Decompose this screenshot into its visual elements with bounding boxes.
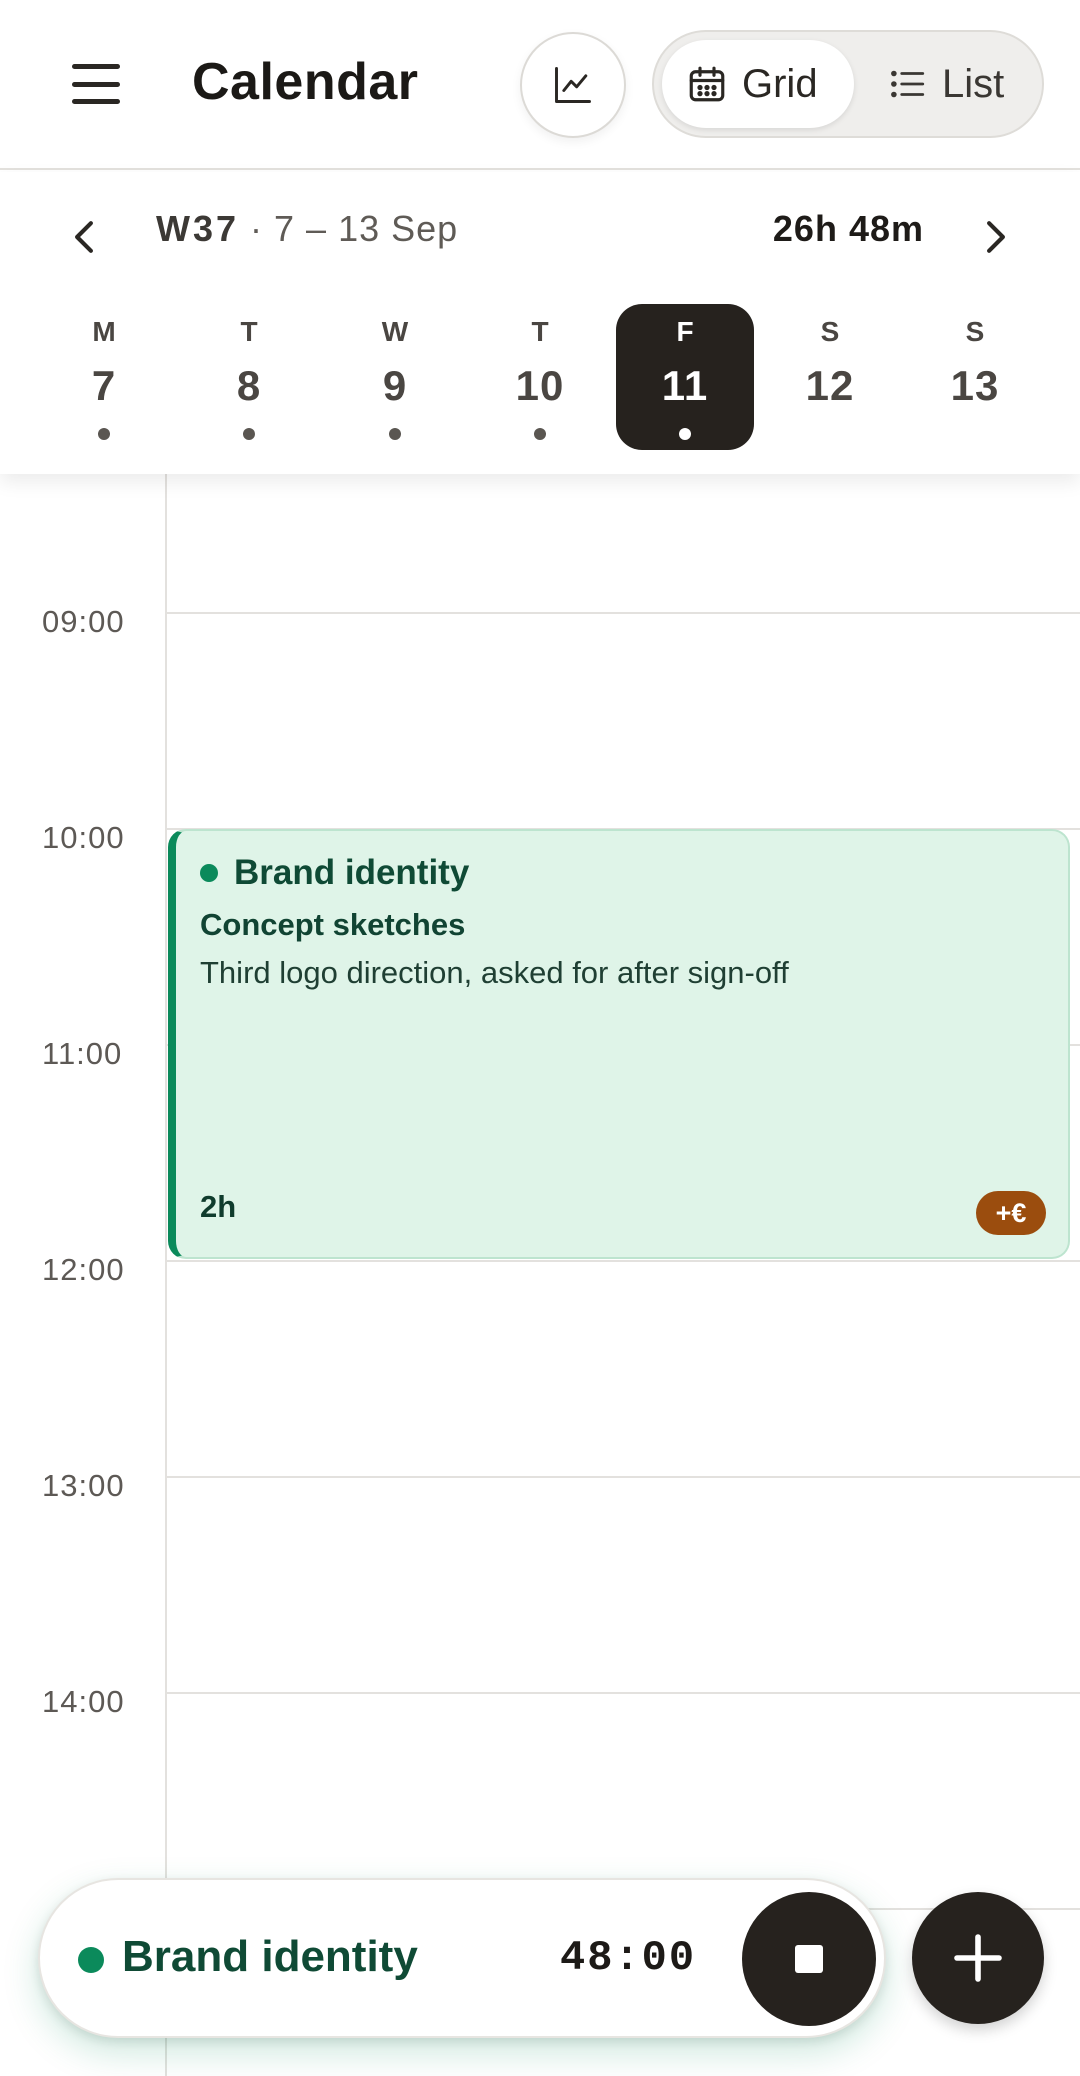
hour-label: 12:00 [42,1252,125,1287]
hour-gridline [166,1260,1080,1262]
day-cell-thu[interactable]: T 10 [471,304,609,450]
day-number: 8 [236,362,262,409]
calendar-grid-icon [689,66,725,102]
grid-view-label: Grid [742,61,818,106]
chevron-left-icon [75,221,93,253]
day-letter: M [92,316,116,347]
day-entry-dot [243,428,255,440]
add-entry-button[interactable] [912,1892,1044,2024]
day-cell-mon[interactable]: M 7 [35,304,173,450]
day-letter: T [531,316,549,347]
day-number: 11 [661,362,709,409]
day-letter: W [381,316,409,347]
event-project: Brand identity [200,853,469,893]
day-number: 12 [805,362,855,409]
page-title: Calendar [192,53,419,111]
week-total-duration: 26h 48m [772,208,924,249]
hour-gridline [166,1476,1080,1478]
day-number: 9 [382,362,408,409]
day-cell-sun[interactable]: S 13 [906,304,1044,450]
stats-button[interactable] [520,32,626,138]
day-letter: S [965,316,985,347]
timer-project-name: Brand identity [122,1932,418,1981]
day-cell-wed[interactable]: W 9 [326,304,464,450]
event-task-name: Concept sketches [200,907,466,942]
time-axis-line [165,474,167,2076]
event-description: Third logo direction, asked for after si… [200,955,789,990]
running-timer-bar[interactable]: Brand identity 48:00 [38,1878,886,2038]
week-label: W37 · 7 – 13 Sep [156,208,458,250]
list-icon [891,70,925,98]
day-entry-dot [98,428,110,440]
next-week-button[interactable] [976,212,1016,262]
day-entry-dot [824,428,836,440]
hour-gridline [166,612,1080,614]
event-duration: 2h [200,1189,237,1224]
event-project-name: Brand identity [234,853,470,892]
stop-timer-button[interactable] [742,1892,876,2026]
app-header: Calendar Grid List [0,0,1080,170]
project-color-dot [78,1947,104,1973]
line-chart-icon [555,67,591,103]
day-entry-dot [389,428,401,440]
day-cell-tue[interactable]: T 8 [180,304,318,450]
hour-label: 11:00 [42,1036,123,1071]
hour-label: 14:00 [42,1684,125,1719]
week-date-range: · 7 – 13 Sep [250,208,459,249]
day-letter: F [676,316,694,347]
day-number: 7 [91,362,117,409]
billable-badge: +€ [976,1191,1046,1235]
chevron-right-icon [987,221,1005,253]
day-letter: S [820,316,840,347]
list-view-button[interactable]: List [876,40,1036,128]
day-entry-dot [679,428,691,440]
time-entry-card[interactable]: Brand identity Concept sketches Third lo… [168,829,1070,1259]
hour-label: 09:00 [42,604,125,639]
plus-icon [954,1934,1002,1982]
day-number: 10 [515,362,565,409]
view-toggle: Grid List [652,30,1044,138]
project-color-dot [200,864,218,882]
day-timeline[interactable]: 09:00 10:00 11:00 12:00 13:00 14:00 Bran… [0,474,1080,2076]
day-number: 13 [950,362,1000,409]
day-letter: T [240,316,258,347]
list-view-label: List [942,61,1005,106]
timer-elapsed: 48:00 [560,1934,697,1982]
hour-gridline [166,1692,1080,1694]
day-entry-dot [534,428,546,440]
stop-icon [795,1945,823,1973]
week-number: W37 [156,208,240,249]
hour-label: 10:00 [42,820,125,855]
day-cell-fri-selected[interactable]: F 11 [616,304,754,450]
day-cell-sat[interactable]: S 12 [761,304,899,450]
hour-label: 13:00 [42,1468,125,1503]
hamburger-menu-icon[interactable] [66,58,126,110]
grid-view-button[interactable]: Grid [662,40,854,128]
day-entry-dot [969,428,981,440]
week-navigator: W37 · 7 – 13 Sep 26h 48m M 7 T 8 W 9 T 1… [0,172,1080,474]
previous-week-button[interactable] [64,212,104,262]
